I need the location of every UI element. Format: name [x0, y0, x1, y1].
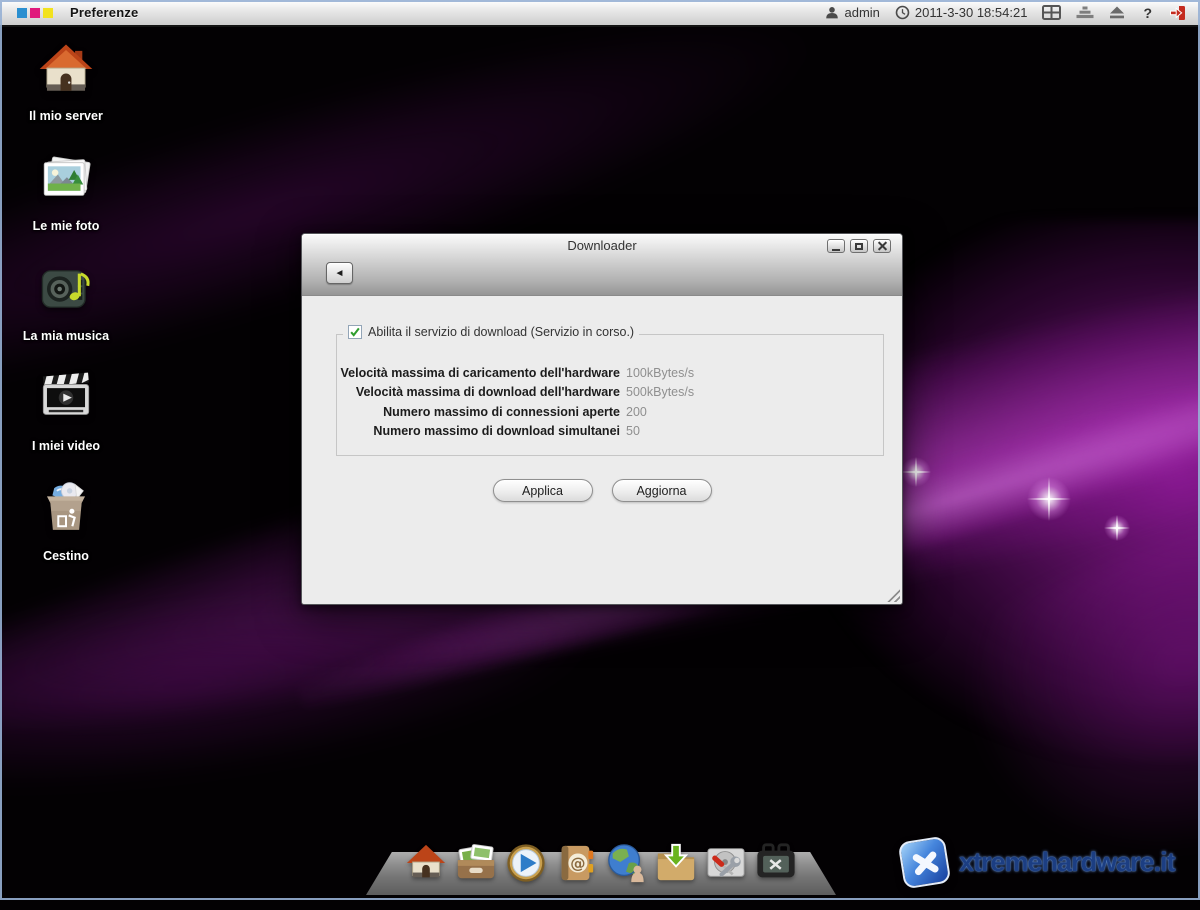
setting-row: Numero massimo di connessioni aperte 200: [337, 402, 883, 422]
sparkle: [1104, 515, 1130, 541]
desktop-icon-music[interactable]: La mia musica: [21, 260, 111, 343]
desktop-icon-label: I miei video: [21, 439, 111, 453]
enable-service-label: Abilita il servizio di download (Servizi…: [368, 325, 634, 339]
brand-logo: [17, 8, 53, 18]
close-button[interactable]: [873, 239, 891, 253]
dock-photos-icon[interactable]: [455, 842, 497, 884]
back-arrow-icon: ◄: [335, 268, 345, 279]
desktop-icon-label: Le mie foto: [21, 219, 111, 233]
photos-icon: [21, 150, 111, 208]
setting-label: Numero massimo di connessioni aperte: [337, 405, 620, 419]
video-icon: [21, 370, 111, 428]
maximize-icon: [855, 243, 863, 250]
setting-value: 50: [626, 424, 640, 438]
sparkle: [901, 457, 931, 487]
setting-row: Velocità massima di download dell'hardwa…: [337, 383, 883, 403]
svg-text:@: @: [570, 854, 585, 872]
maximize-button[interactable]: [850, 239, 868, 253]
download-settings-group: Abilita il servizio di download (Servizi…: [336, 334, 884, 456]
minimize-icon: [832, 249, 840, 251]
trash-icon: [21, 480, 111, 538]
logo-square-blue: [17, 8, 27, 18]
desktop-icon-photos[interactable]: Le mie foto: [21, 150, 111, 233]
top-menu-bar: Preferenze admin 2011-3-30 18:54:21 ?: [0, 0, 1200, 27]
dock: @: [366, 852, 836, 895]
home-icon: [21, 40, 111, 98]
downloader-window: Downloader ◄ Abilita il servizio di down…: [301, 233, 903, 605]
show-desktop-icon[interactable]: [1076, 6, 1094, 19]
xtremehardware-watermark: xtremehardware.it: [901, 839, 1175, 886]
dock-contacts-icon[interactable]: @: [555, 842, 597, 884]
sparkle: [1027, 477, 1071, 521]
window-title: Downloader: [302, 238, 902, 253]
apply-button[interactable]: Applica: [493, 479, 593, 502]
desktop-icon-trash[interactable]: Cestino: [21, 480, 111, 563]
watermark-text: xtremehardware.it: [959, 847, 1175, 878]
desktop-icon-label: Cestino: [21, 549, 111, 563]
setting-value: 500kBytes/s: [626, 385, 694, 399]
back-button[interactable]: ◄: [326, 262, 353, 284]
setting-value: 100kBytes/s: [626, 366, 694, 380]
page-title: Preferenze: [70, 5, 138, 20]
desktop-icon-label: Il mio server: [21, 109, 111, 123]
setting-label: Velocità massima di caricamento dell'har…: [337, 366, 620, 380]
dock-utilities-icon[interactable]: [705, 842, 747, 884]
user-icon: [825, 6, 839, 20]
datetime-label: 2011-3-30 18:54:21: [915, 5, 1028, 20]
minimize-button[interactable]: [827, 239, 845, 253]
username-label: admin: [844, 5, 879, 20]
refresh-button[interactable]: Aggiorna: [612, 479, 712, 502]
dock-web-icon[interactable]: [605, 842, 647, 884]
clock-display: 2011-3-30 18:54:21: [895, 5, 1028, 20]
enable-service-checkbox[interactable]: [348, 325, 362, 339]
setting-label: Numero massimo di download simultanei: [337, 424, 620, 438]
setting-row: Numero massimo di download simultanei 50: [337, 422, 883, 442]
logo-square-magenta: [30, 8, 40, 18]
windows-grid-icon[interactable]: [1042, 5, 1061, 20]
setting-label: Velocità massima di download dell'hardwa…: [337, 385, 620, 399]
user-menu[interactable]: admin: [825, 5, 879, 20]
logout-icon[interactable]: [1170, 5, 1187, 21]
dock-media-player-icon[interactable]: [505, 842, 547, 884]
xtremehardware-logo-icon: [898, 836, 952, 890]
help-button[interactable]: ?: [1140, 5, 1155, 21]
resize-grip[interactable]: [887, 589, 900, 602]
desktop-icon-label: La mia musica: [21, 329, 111, 343]
close-icon: [878, 242, 887, 251]
setting-value: 200: [626, 405, 647, 419]
dock-toolbox-icon[interactable]: [755, 842, 797, 884]
music-icon: [21, 260, 111, 318]
dock-home-icon[interactable]: [405, 842, 447, 884]
window-titlebar[interactable]: Downloader ◄: [302, 234, 902, 296]
desktop-icon-video[interactable]: I miei video: [21, 370, 111, 453]
desktop-icon-server[interactable]: Il mio server: [21, 40, 111, 123]
logo-square-yellow: [43, 8, 53, 18]
clock-icon: [895, 5, 910, 20]
setting-row: Velocità massima di caricamento dell'har…: [337, 363, 883, 383]
dock-downloads-icon[interactable]: [655, 842, 697, 884]
eject-icon[interactable]: [1109, 6, 1125, 19]
